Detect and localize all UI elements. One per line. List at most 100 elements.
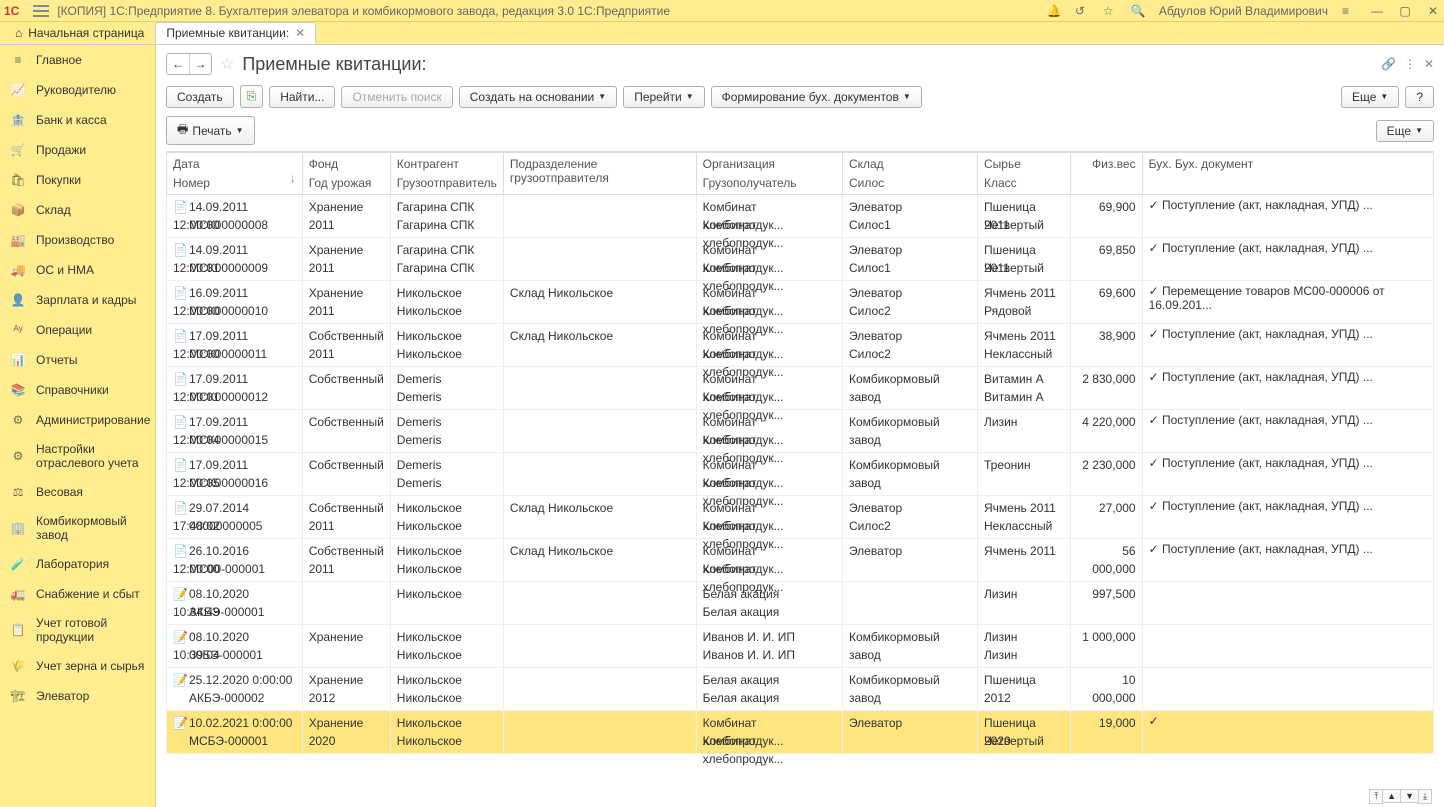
col-date[interactable]: Дата↓Номер: [167, 153, 303, 195]
nav-forward-button[interactable]: →: [189, 54, 211, 74]
nav-icon: 🏢: [10, 520, 26, 536]
star-icon[interactable]: ☆: [1103, 4, 1117, 18]
window-title: [КОПИЯ] 1С:Предприятие 8. Бухгалтерия эл…: [57, 4, 1047, 18]
col-weight[interactable]: Физ.вес: [1071, 153, 1142, 195]
nav-label: Весовая: [36, 485, 83, 499]
print-button[interactable]: 🖶 Печать ▼: [166, 116, 255, 145]
nav-last-button[interactable]: ⤓: [1418, 789, 1432, 804]
titlebar: 1C [КОПИЯ] 1С:Предприятие 8. Бухгалтерия…: [0, 0, 1444, 22]
doc-icon: 📄: [173, 327, 185, 345]
link-icon[interactable]: 🔗: [1381, 57, 1396, 71]
table-row[interactable]: 📄17.09.2011 12:00:01МСК00000012Собственн…: [167, 367, 1434, 410]
sidebar-item-11[interactable]: 📚Справочники: [0, 375, 155, 405]
table-row[interactable]: 📄26.10.2016 12:00:00МС00-000001Собственн…: [167, 539, 1434, 582]
tab-home[interactable]: ⌂ Начальная страница: [4, 22, 155, 44]
nav-icon: 🛒: [10, 142, 26, 158]
col-org[interactable]: ОрганизацияГрузополучатель: [696, 153, 842, 195]
sidebar-item-15[interactable]: 🏢 Комбикормовый завод: [0, 507, 155, 549]
sidebar-item-16[interactable]: 🧪Лаборатория: [0, 549, 155, 579]
check-icon: ✓: [1149, 327, 1159, 341]
close-window-button[interactable]: ✕: [1426, 4, 1440, 18]
nav-icon: ≡: [10, 52, 26, 68]
nav-back-button[interactable]: ←: [167, 54, 189, 74]
sidebar-item-20[interactable]: 🏗Элеватор: [0, 681, 155, 711]
sidebar-item-5[interactable]: 📦Склад: [0, 195, 155, 225]
col-dept[interactable]: Подразделение грузоотправителя: [503, 153, 696, 195]
history-icon[interactable]: ↺: [1075, 4, 1089, 18]
sidebar-item-1[interactable]: 📈Руководителю: [0, 75, 155, 105]
nav-icon: 🛍: [10, 172, 26, 188]
sidebar-item-12[interactable]: ⚙Администрирование: [0, 405, 155, 435]
copy-button[interactable]: ⎘: [240, 85, 264, 108]
create-button[interactable]: Создать: [166, 86, 234, 108]
table-row[interactable]: 📄14.09.2011 12:00:01МСК00000009Хранение2…: [167, 238, 1434, 281]
sidebar-item-7[interactable]: 🚚ОС и НМА: [0, 255, 155, 285]
favorite-star-icon[interactable]: ☆: [220, 54, 234, 74]
table[interactable]: Дата↓Номер ФондГод урожая КонтрагентГруз…: [166, 151, 1434, 785]
tab-home-label: Начальная страница: [28, 26, 144, 40]
col-raw[interactable]: СырьеКласс: [977, 153, 1070, 195]
sidebar-item-0[interactable]: ≡Главное: [0, 45, 155, 75]
search-icon[interactable]: 🔍: [1131, 4, 1145, 18]
table-row[interactable]: 📄17.09.2011 12:00:00МСК00000011Собственн…: [167, 324, 1434, 367]
help-button[interactable]: ?: [1405, 86, 1434, 108]
table-row[interactable]: 📝08.10.2020 10:39:0400БЭ-000001ХранениеН…: [167, 625, 1434, 668]
more2-button[interactable]: Еще ▼: [1376, 120, 1434, 142]
toolbar: Создать ⎘ Найти... Отменить поиск Создат…: [156, 81, 1444, 112]
sidebar-item-6[interactable]: 🏭Производство: [0, 225, 155, 255]
goto-button[interactable]: Перейти ▼: [623, 86, 704, 108]
col-fund[interactable]: ФондГод урожая: [302, 153, 390, 195]
user-name[interactable]: Абдулов Юрий Владимирович: [1159, 4, 1328, 18]
sidebar-item-4[interactable]: 🛍 Покупки: [0, 165, 155, 195]
table-row[interactable]: 📝08.10.2020 10:34:49АКБЭ-000001Никольско…: [167, 582, 1434, 625]
nav-icon: 🌾: [10, 658, 26, 674]
table-row[interactable]: 📄17.09.2011 12:00:05МСК00000016Собственн…: [167, 453, 1434, 496]
sidebar-item-2[interactable]: 🏦Банк и касса: [0, 105, 155, 135]
sidebar-item-10[interactable]: 📊Отчеты: [0, 345, 155, 375]
table-row[interactable]: 📄16.09.2011 12:00:00МСК00000010Хранение2…: [167, 281, 1434, 324]
find-button[interactable]: Найти...: [269, 86, 335, 108]
maximize-button[interactable]: ▢: [1398, 4, 1412, 18]
sidebar-item-9[interactable]: ᴬʸОперации: [0, 315, 155, 345]
nav-label: Комбикормовый завод: [36, 514, 145, 542]
sidebar-item-14[interactable]: ⚖Весовая: [0, 477, 155, 507]
settings-bars-icon[interactable]: ≡: [1342, 4, 1356, 18]
minimize-button[interactable]: —: [1370, 4, 1384, 18]
tab-active[interactable]: Приемные квитанции: ✕: [155, 22, 316, 44]
check-icon: ✓: [1149, 542, 1159, 556]
check-icon: ✓: [1149, 241, 1159, 255]
table-row[interactable]: 📝25.12.2020 0:00:00АКБЭ-000002Хранение20…: [167, 668, 1434, 711]
nav-down-button[interactable]: ▼: [1400, 789, 1419, 803]
close-page-icon[interactable]: ✕: [1424, 57, 1434, 71]
sidebar-item-3[interactable]: 🛒Продажи: [0, 135, 155, 165]
more-button[interactable]: Еще ▼: [1341, 86, 1399, 108]
nav-label: Покупки: [36, 173, 81, 187]
nav-label: ОС и НМА: [36, 263, 94, 277]
sidebar-item-13[interactable]: ⚙Настройки отраслевого учета: [0, 435, 155, 477]
table-row[interactable]: 📄29.07.2014 17:48:0200000000005Собственн…: [167, 496, 1434, 539]
col-agent[interactable]: КонтрагентГрузоотправитель: [390, 153, 503, 195]
sidebar-item-17[interactable]: 🚛Снабжение и сбыт: [0, 579, 155, 609]
kebab-icon[interactable]: ⋮: [1404, 57, 1416, 71]
sidebar-item-19[interactable]: 🌾Учет зерна и сырья: [0, 651, 155, 681]
create-based-button[interactable]: Создать на основании ▼: [459, 86, 617, 108]
form-docs-button[interactable]: Формирование бух. документов ▼: [711, 86, 922, 108]
nav-icon: 🏗: [10, 688, 26, 704]
doc-icon: 📄: [173, 456, 185, 474]
nav-icon: 🏦: [10, 112, 26, 128]
table-row[interactable]: 📄17.09.2011 12:00:04МСК00000015Собственн…: [167, 410, 1434, 453]
bell-icon[interactable]: 🔔: [1047, 4, 1061, 18]
nav-label: Зарплата и кадры: [36, 293, 136, 307]
sidebar-item-8[interactable]: 👤Зарплата и кадры: [0, 285, 155, 315]
burger-icon[interactable]: [33, 5, 49, 17]
nav-label: Операции: [36, 323, 92, 337]
col-wh[interactable]: СкладСилос: [842, 153, 977, 195]
nav-up-button[interactable]: ▲: [1382, 789, 1401, 803]
doc-icon: 📝: [173, 585, 185, 603]
nav-first-button[interactable]: ⤒: [1369, 789, 1383, 804]
table-row[interactable]: 📄14.09.2011 12:00:00МСК00000008Хранение2…: [167, 195, 1434, 238]
col-doc[interactable]: Бух. Бух. документ: [1142, 153, 1433, 195]
sidebar-item-18[interactable]: 📋Учет готовой продукции: [0, 609, 155, 651]
tab-close-icon[interactable]: ✕: [295, 26, 305, 40]
table-row[interactable]: 📝10.02.2021 0:00:00МСБЭ-000001Хранение20…: [167, 711, 1434, 754]
